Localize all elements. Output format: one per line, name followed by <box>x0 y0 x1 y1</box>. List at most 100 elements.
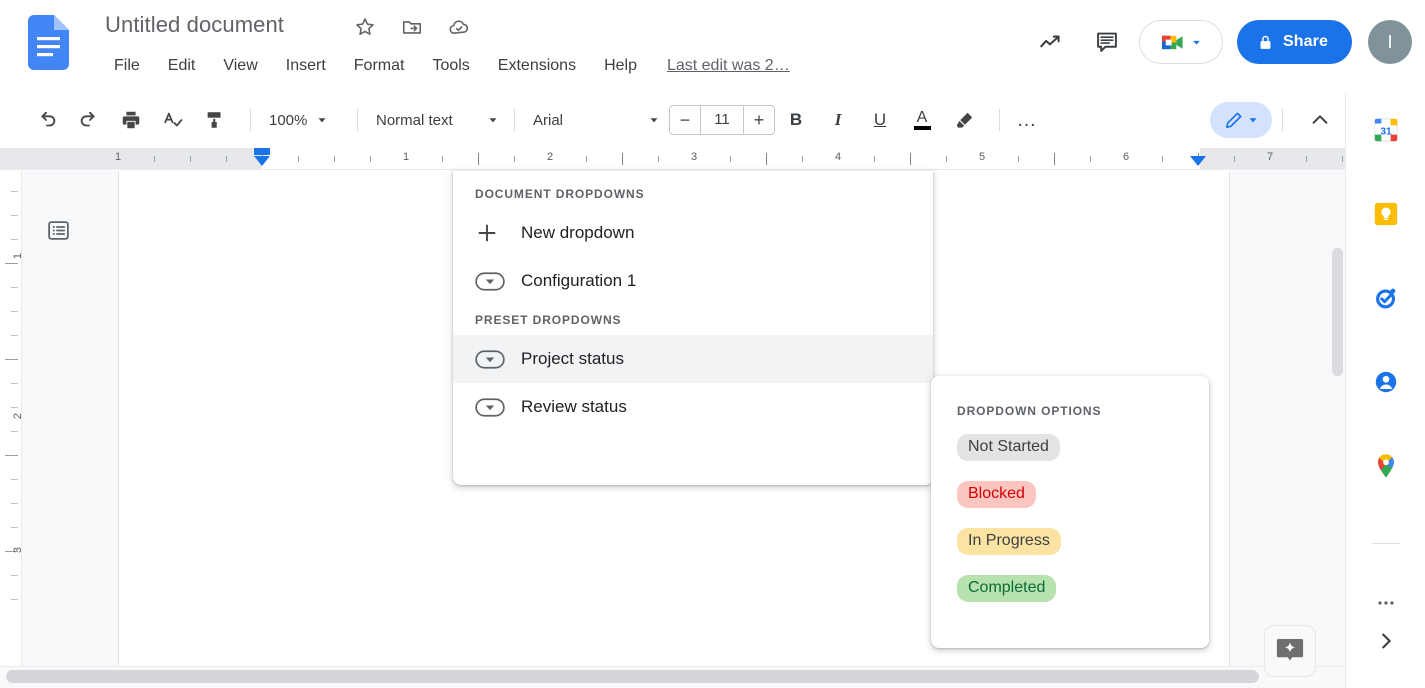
side-panel-divider <box>1372 543 1400 544</box>
ruler-number: 5 <box>979 151 985 163</box>
menu-extensions[interactable]: Extensions <box>484 54 590 78</box>
ruler-number: 7 <box>1267 151 1273 163</box>
comment-history-icon[interactable] <box>1079 14 1135 70</box>
right-indent-marker[interactable] <box>1190 156 1206 166</box>
submenu-title: DROPDOWN OPTIONS <box>931 388 1209 422</box>
dropdown-menu-panel: DOCUMENT DROPDOWNS New dropdown Configur… <box>453 171 933 485</box>
google-calendar-icon[interactable]: 31 <box>1368 112 1404 148</box>
gemini-assist-button[interactable] <box>1264 625 1316 677</box>
dropdown-option-in-progress[interactable]: In Progress <box>957 528 1061 555</box>
underline-label: U <box>874 110 886 130</box>
top-bar: Untitled document File <box>0 0 1425 86</box>
vertical-ruler[interactable]: 1 2 3 <box>0 171 22 666</box>
share-button[interactable]: Share <box>1237 20 1352 64</box>
google-docs-window: Untitled document File <box>0 0 1425 688</box>
google-docs-logo-icon[interactable] <box>28 15 69 70</box>
horizontal-ruler[interactable]: 1 1 2 3 4 5 6 7 <box>0 148 1345 170</box>
title-action-icons <box>352 14 472 40</box>
first-line-indent-marker[interactable] <box>254 156 270 166</box>
gemini-sparkle-icon <box>1275 636 1305 666</box>
horizontal-scrollbar-thumb[interactable] <box>6 670 1259 683</box>
more-dots-icon: … <box>1017 115 1038 125</box>
section-label-preset-dropdowns: PRESET DROPDOWNS <box>453 305 933 335</box>
activity-trend-icon[interactable] <box>1023 14 1079 70</box>
font-size-stepper: − 11 + <box>669 105 775 135</box>
spellcheck-icon[interactable] <box>156 103 190 137</box>
collapse-toolbar-icon[interactable] <box>1303 103 1337 137</box>
google-contacts-icon[interactable] <box>1368 364 1404 400</box>
menu-item-project-status[interactable]: Project status <box>453 335 933 383</box>
font-family-value: Arial <box>533 112 563 129</box>
ruler-number: 6 <box>1123 151 1129 163</box>
vruler-number: 3 <box>12 547 22 553</box>
dropdown-option-not-started[interactable]: Not Started <box>957 434 1060 461</box>
italic-button[interactable]: I <box>821 103 855 137</box>
dropdown-option-blocked[interactable]: Blocked <box>957 481 1036 508</box>
highlight-icon[interactable] <box>947 103 981 137</box>
last-edit-link[interactable]: Last edit was 2… <box>667 57 790 75</box>
menu-help[interactable]: Help <box>590 54 651 78</box>
google-keep-icon[interactable] <box>1368 196 1404 232</box>
menu-item-new-dropdown[interactable]: New dropdown <box>453 209 933 257</box>
font-family-select[interactable]: Arial <box>525 104 665 136</box>
top-right-actions: Share I <box>1023 14 1425 70</box>
text-color-button[interactable]: A <box>905 103 939 137</box>
chevron-down-icon <box>315 113 329 127</box>
dropdown-options-list: Not Started Blocked In Progress Complete… <box>931 422 1209 602</box>
menu-item-configuration-1[interactable]: Configuration 1 <box>453 257 933 305</box>
dropdown-chip-icon <box>475 350 521 369</box>
toolbar-divider <box>514 109 515 131</box>
google-tasks-icon[interactable] <box>1368 280 1404 316</box>
plus-icon <box>475 221 521 245</box>
dropdown-option-completed[interactable]: Completed <box>957 575 1056 602</box>
meet-button[interactable] <box>1139 20 1223 64</box>
menu-edit[interactable]: Edit <box>154 54 210 78</box>
menu-tools[interactable]: Tools <box>418 54 483 78</box>
underline-button[interactable]: U <box>863 103 897 137</box>
menu-file[interactable]: File <box>100 54 154 78</box>
redo-icon[interactable] <box>72 103 106 137</box>
toolbar-divider <box>999 109 1000 131</box>
move-to-folder-icon[interactable] <box>399 14 425 40</box>
lock-icon <box>1257 34 1274 51</box>
font-size-decrease-button[interactable]: − <box>670 106 700 134</box>
menu-item-review-status[interactable]: Review status <box>453 383 933 431</box>
italic-label: I <box>835 110 842 130</box>
more-toolbar-options-button[interactable]: … <box>1010 103 1044 137</box>
avatar[interactable]: I <box>1368 20 1412 64</box>
font-size-input[interactable]: 11 <box>700 106 744 134</box>
bold-label: B <box>790 110 802 130</box>
font-size-increase-button[interactable]: + <box>744 106 774 134</box>
chevron-right-icon <box>1375 630 1397 652</box>
paragraph-style-select[interactable]: Normal text <box>368 104 504 136</box>
side-panel-more-button[interactable] <box>1368 585 1404 621</box>
left-indent-marker[interactable] <box>254 148 270 155</box>
google-maps-icon[interactable] <box>1368 448 1404 484</box>
print-icon[interactable] <box>114 103 148 137</box>
menu-format[interactable]: Format <box>340 54 419 78</box>
editing-mode-button[interactable] <box>1210 102 1272 138</box>
menu-bar: File Edit View Insert Format Tools Exten… <box>100 54 790 78</box>
document-title[interactable]: Untitled document <box>105 12 284 38</box>
paint-format-icon[interactable] <box>198 103 232 137</box>
zoom-select[interactable]: 100% <box>261 104 347 136</box>
menu-view[interactable]: View <box>209 54 271 78</box>
vertical-scrollbar-thumb[interactable] <box>1332 248 1343 376</box>
share-button-label: Share <box>1283 33 1328 51</box>
star-icon[interactable] <box>352 14 378 40</box>
dropdown-chip-icon <box>475 398 521 417</box>
ruler-left-margin <box>0 148 262 170</box>
menu-insert[interactable]: Insert <box>272 54 340 78</box>
cloud-saved-icon[interactable] <box>446 14 472 40</box>
ruler-number: 4 <box>835 151 841 163</box>
side-panel-expand-button[interactable] <box>1368 623 1404 659</box>
zoom-value: 100% <box>269 112 307 129</box>
document-outline-icon[interactable] <box>44 216 73 245</box>
menu-item-label: Project status <box>521 349 624 369</box>
vruler-number: 1 <box>12 253 22 259</box>
bold-button[interactable]: B <box>779 103 813 137</box>
chevron-down-icon <box>486 113 500 127</box>
vertical-scrollbar-track[interactable] <box>1329 171 1345 666</box>
toolbar-divider <box>250 109 251 131</box>
undo-icon[interactable] <box>30 103 64 137</box>
